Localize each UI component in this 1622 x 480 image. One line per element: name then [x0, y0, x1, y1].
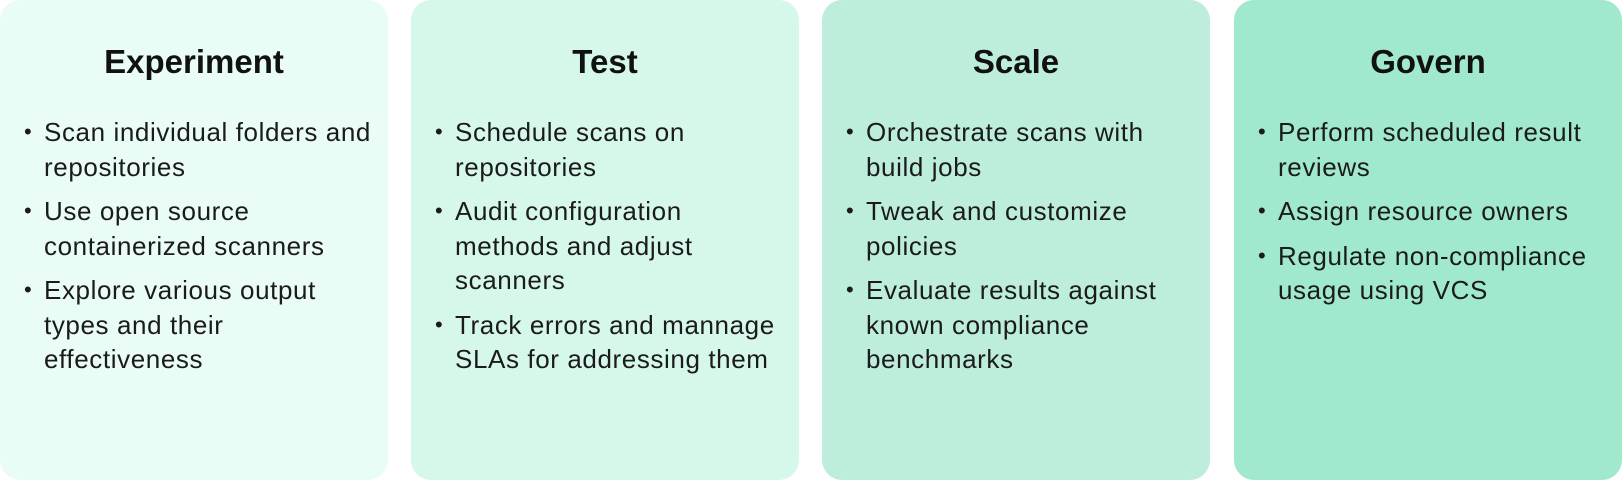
stage-item-list: • Perform scheduled result reviews • Assig…: [1258, 115, 1610, 318]
stage-item-text: Assign resource owners: [1278, 196, 1569, 226]
stage-card-experiment: Experiment • Scan individual folders and …: [0, 0, 388, 480]
stage-card-scale: Scale • Orchestrate scans with build jobs…: [822, 0, 1210, 480]
bullet-icon: •: [1258, 119, 1267, 144]
stage-item-text: Scan individual folders and repositories: [44, 117, 371, 182]
stage-item-text: Explore various output types and their e…: [44, 275, 316, 374]
stage-card-test: Test • Schedule scans on repositories • Au…: [411, 0, 799, 480]
stage-item-list: • Scan individual folders and repositorie…: [24, 115, 376, 387]
stage-item: • Use open source containerized scanners: [24, 194, 376, 263]
stage-title: Govern: [1370, 43, 1486, 80]
bullet-icon: •: [24, 119, 33, 144]
stage-item-text: Evaluate results against known complianc…: [866, 275, 1157, 374]
stage-item-list: • Schedule scans on repositories • Audit c…: [435, 115, 787, 387]
bullet-icon: •: [1258, 198, 1267, 223]
bullet-icon: •: [435, 198, 444, 223]
stage-item: • Track errors and mannage SLAs for addre…: [435, 308, 787, 377]
stage-item-text: Audit configuration methods and adjust s…: [455, 196, 693, 295]
stage-item-text: Tweak and customize policies: [866, 196, 1128, 261]
stage-item: • Schedule scans on repositories: [435, 115, 787, 184]
stage-item-text: Schedule scans on repositories: [455, 117, 685, 182]
stage-card-govern: Govern • Perform scheduled result reviews…: [1234, 0, 1622, 480]
stage-item: • Scan individual folders and repositorie…: [24, 115, 376, 184]
stage-cards: Experiment • Scan individual folders and …: [0, 0, 1622, 480]
stage-item: • Explore various output types and their …: [24, 273, 376, 377]
stage-item: • Assign resource owners: [1258, 194, 1610, 229]
bullet-icon: •: [24, 198, 33, 223]
bullet-icon: •: [846, 119, 855, 144]
bullet-icon: •: [846, 198, 855, 223]
stage-title: Test: [572, 43, 638, 80]
bullet-icon: •: [846, 277, 855, 302]
stage-item-text: Regulate non-compliance usage using VCS: [1278, 240, 1587, 306]
stage-item: • Tweak and customize policies: [846, 194, 1198, 263]
bullet-icon: •: [435, 119, 444, 144]
stage-item: • Regulate non-compliance usage using VCS: [1258, 239, 1610, 308]
bullet-icon: •: [24, 277, 33, 302]
stage-title: Experiment: [104, 43, 284, 80]
stage-item: • Perform scheduled result reviews: [1258, 115, 1610, 184]
bullet-icon: •: [1258, 242, 1267, 268]
stage-item: • Orchestrate scans with build jobs: [846, 115, 1198, 184]
stage-title: Scale: [972, 43, 1060, 80]
stage-item-list: • Orchestrate scans with build jobs • Twea…: [846, 115, 1198, 387]
stage-item-text: Track errors and mannage SLAs for addres…: [455, 309, 775, 375]
stage-item-text: Orchestrate scans with build jobs: [866, 117, 1144, 182]
stage-item-text: Use open source containerized scanners: [44, 196, 325, 261]
stage-item-text: Perform scheduled result reviews: [1278, 117, 1582, 182]
stage-item: • Audit configuration methods and adjust …: [435, 194, 787, 298]
bullet-icon: •: [435, 311, 444, 337]
stage-item: • Evaluate results against known complian…: [846, 273, 1198, 377]
